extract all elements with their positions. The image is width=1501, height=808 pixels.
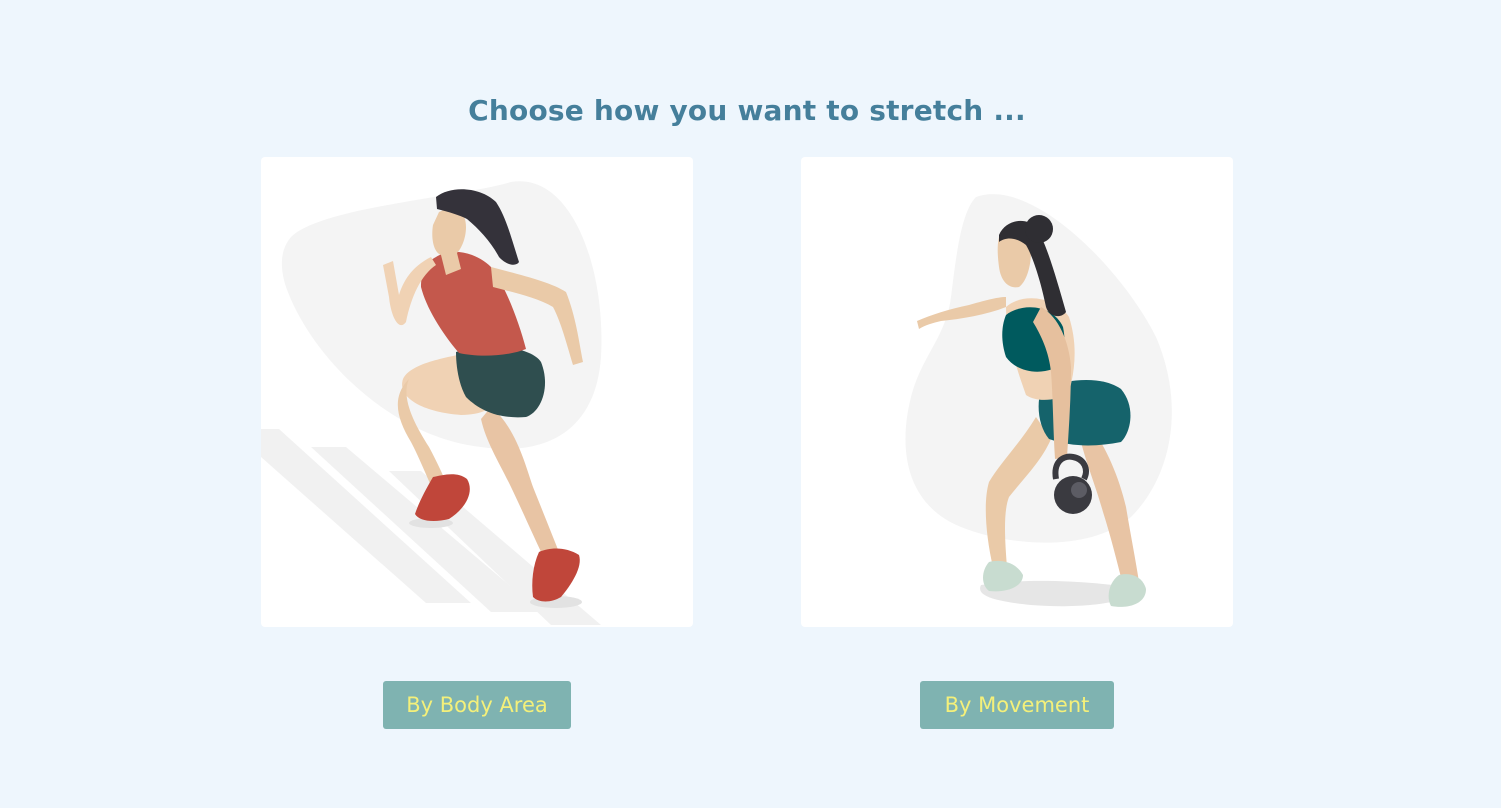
by-movement-button[interactable]: By Movement [920,681,1114,729]
woman-kettlebell-swing-illustration [905,194,1172,607]
body-area-card[interactable] [261,157,693,627]
page-title: Choose how you want to stretch ... [468,94,1026,127]
woman-running-stairs-illustration [261,181,602,625]
by-body-area-button[interactable]: By Body Area [383,681,571,729]
movement-card[interactable] [801,157,1233,627]
